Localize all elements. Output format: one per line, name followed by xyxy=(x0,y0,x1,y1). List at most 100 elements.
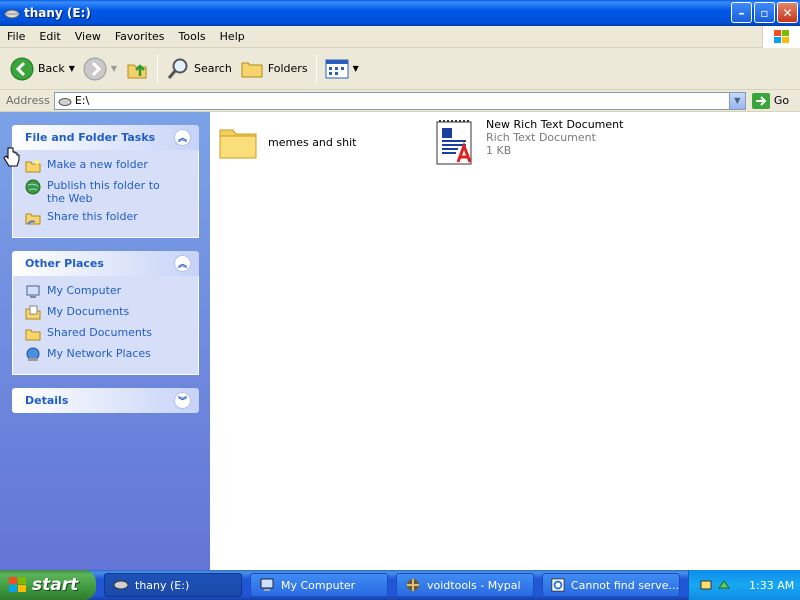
file-folder-tasks-header[interactable]: File and Folder Tasks ︽ xyxy=(12,125,199,150)
place-my-network-places[interactable]: My Network Places xyxy=(25,347,198,363)
folder-name: memes and shit xyxy=(268,136,357,149)
folders-icon xyxy=(241,62,263,77)
taskbar-item-label: My Computer xyxy=(281,578,356,592)
file-folder-tasks-box: File and Folder Tasks ︽ Make a new folde… xyxy=(12,125,199,238)
search-button[interactable]: Search xyxy=(162,52,236,86)
hand-cursor-icon xyxy=(3,147,20,167)
taskbar-item-cannot-find-server[interactable]: Cannot find serve... xyxy=(542,573,680,597)
file-folder-tasks-title: File and Folder Tasks xyxy=(25,131,156,144)
tray-safely-remove-icon[interactable] xyxy=(717,578,731,592)
new-folder-icon xyxy=(25,159,41,173)
close-button[interactable]: ✕ xyxy=(777,2,798,23)
menu-tools[interactable]: Tools xyxy=(172,30,213,43)
collapse-chevron-icon[interactable]: ︽ xyxy=(174,129,191,146)
network-places-icon xyxy=(26,347,40,361)
back-dropdown-icon[interactable]: ▼ xyxy=(69,64,75,73)
task-label: Share this folder xyxy=(47,210,138,223)
folders-button[interactable]: Folders xyxy=(236,52,312,86)
place-label: My Documents xyxy=(47,305,130,318)
task-label: Make a new folder xyxy=(47,158,148,171)
file-list: memes and shit New Rich Text Document Ri… xyxy=(210,112,800,570)
toolbar: Back ▼ ▼ Search Folders ▼ xyxy=(0,48,800,90)
place-my-computer[interactable]: My Computer xyxy=(25,284,198,300)
menu-view[interactable]: View xyxy=(68,30,108,43)
drive-icon xyxy=(58,97,72,106)
search-icon xyxy=(167,58,188,79)
menu-edit[interactable]: Edit xyxy=(32,30,67,43)
views-button[interactable]: ▼ xyxy=(321,52,363,86)
go-button[interactable]: Go xyxy=(751,92,790,109)
task-make-new-folder[interactable]: Make a new folder xyxy=(25,158,198,174)
taskbar: start thany (E:) My Computer voidtools -… xyxy=(0,570,800,600)
other-places-title: Other Places xyxy=(25,257,104,270)
folders-label: Folders xyxy=(267,62,308,75)
task-publish-to-web[interactable]: Publish this folder to the Web xyxy=(25,179,198,205)
address-dropdown-icon[interactable]: ▼ xyxy=(728,92,745,109)
taskbar-item-my-computer[interactable]: My Computer xyxy=(250,573,388,597)
internet-explorer-icon xyxy=(551,578,565,592)
task-share-folder[interactable]: Share this folder xyxy=(25,210,198,226)
other-places-header[interactable]: Other Places ︽ xyxy=(12,251,199,276)
my-computer-icon xyxy=(26,285,40,298)
menu-bar: File Edit View Favorites Tools Help xyxy=(0,26,800,48)
start-label: start xyxy=(32,575,79,595)
system-tray: 1:33 AM xyxy=(688,570,800,600)
views-dropdown-icon[interactable]: ▼ xyxy=(353,64,359,73)
tray-network-icon[interactable] xyxy=(699,578,713,592)
windows-flag-icon xyxy=(9,577,26,592)
up-button[interactable] xyxy=(121,52,153,86)
place-label: Shared Documents xyxy=(47,326,152,339)
up-folder-icon xyxy=(127,63,147,78)
file-type: Rich Text Document xyxy=(486,131,596,144)
expand-chevron-icon[interactable]: ︾ xyxy=(174,392,191,409)
details-box: Details ︾ xyxy=(12,388,199,413)
task-pane: File and Folder Tasks ︽ Make a new folde… xyxy=(0,112,210,570)
details-title: Details xyxy=(25,394,69,407)
folder-item[interactable]: memes and shit xyxy=(218,124,356,160)
clock[interactable]: 1:33 AM xyxy=(749,579,794,592)
search-label: Search xyxy=(194,62,232,75)
drive-icon xyxy=(113,580,129,590)
forward-arrow-icon xyxy=(83,57,107,80)
my-documents-icon xyxy=(25,305,41,320)
file-size: 1 KB xyxy=(486,144,512,157)
file-item[interactable]: New Rich Text Document Rich Text Documen… xyxy=(434,118,623,166)
place-shared-documents[interactable]: Shared Documents xyxy=(25,326,198,342)
other-places-box: Other Places ︽ My Computer My Documents xyxy=(12,251,199,375)
mypal-browser-icon xyxy=(407,579,419,591)
rich-text-document-icon xyxy=(436,120,472,165)
views-icon xyxy=(325,59,349,78)
forward-button[interactable]: ▼ xyxy=(79,52,121,86)
back-button[interactable]: Back ▼ xyxy=(6,52,79,86)
taskbar-item-thany[interactable]: thany (E:) xyxy=(104,573,242,597)
menu-favorites[interactable]: Favorites xyxy=(108,30,172,43)
taskbar-item-label: Cannot find serve... xyxy=(570,578,679,592)
forward-dropdown-icon[interactable]: ▼ xyxy=(111,64,117,73)
back-label: Back xyxy=(38,62,65,75)
place-label: My Computer xyxy=(47,284,122,297)
go-label: Go xyxy=(773,94,790,107)
globe-icon xyxy=(25,179,41,195)
details-header[interactable]: Details ︾ xyxy=(12,388,199,413)
windows-logo-icon xyxy=(762,26,800,48)
address-label: Address xyxy=(6,94,50,107)
minimize-button[interactable]: – xyxy=(731,2,752,23)
task-label: Publish this folder to the Web xyxy=(47,179,160,205)
toolbar-separator xyxy=(157,54,159,83)
maximize-button[interactable]: ▫ xyxy=(754,2,775,23)
shared-documents-icon xyxy=(25,329,41,341)
window-title: thany (E:) xyxy=(24,6,91,20)
taskbar-item-label: voidtools - Mypal xyxy=(427,578,521,592)
menu-help[interactable]: Help xyxy=(213,30,252,43)
collapse-chevron-icon[interactable]: ︽ xyxy=(174,255,191,272)
address-input[interactable]: E:\ ▼ xyxy=(53,91,746,110)
address-bar: Address E:\ ▼ Go xyxy=(0,90,800,112)
address-value: E:\ xyxy=(74,94,90,107)
drive-icon xyxy=(4,9,20,19)
place-label: My Network Places xyxy=(47,347,151,360)
menu-file[interactable]: File xyxy=(0,30,32,43)
start-button[interactable]: start xyxy=(0,570,96,600)
shared-folder-icon xyxy=(25,213,41,225)
place-my-documents[interactable]: My Documents xyxy=(25,305,198,321)
taskbar-item-mypal[interactable]: voidtools - Mypal xyxy=(396,573,534,597)
